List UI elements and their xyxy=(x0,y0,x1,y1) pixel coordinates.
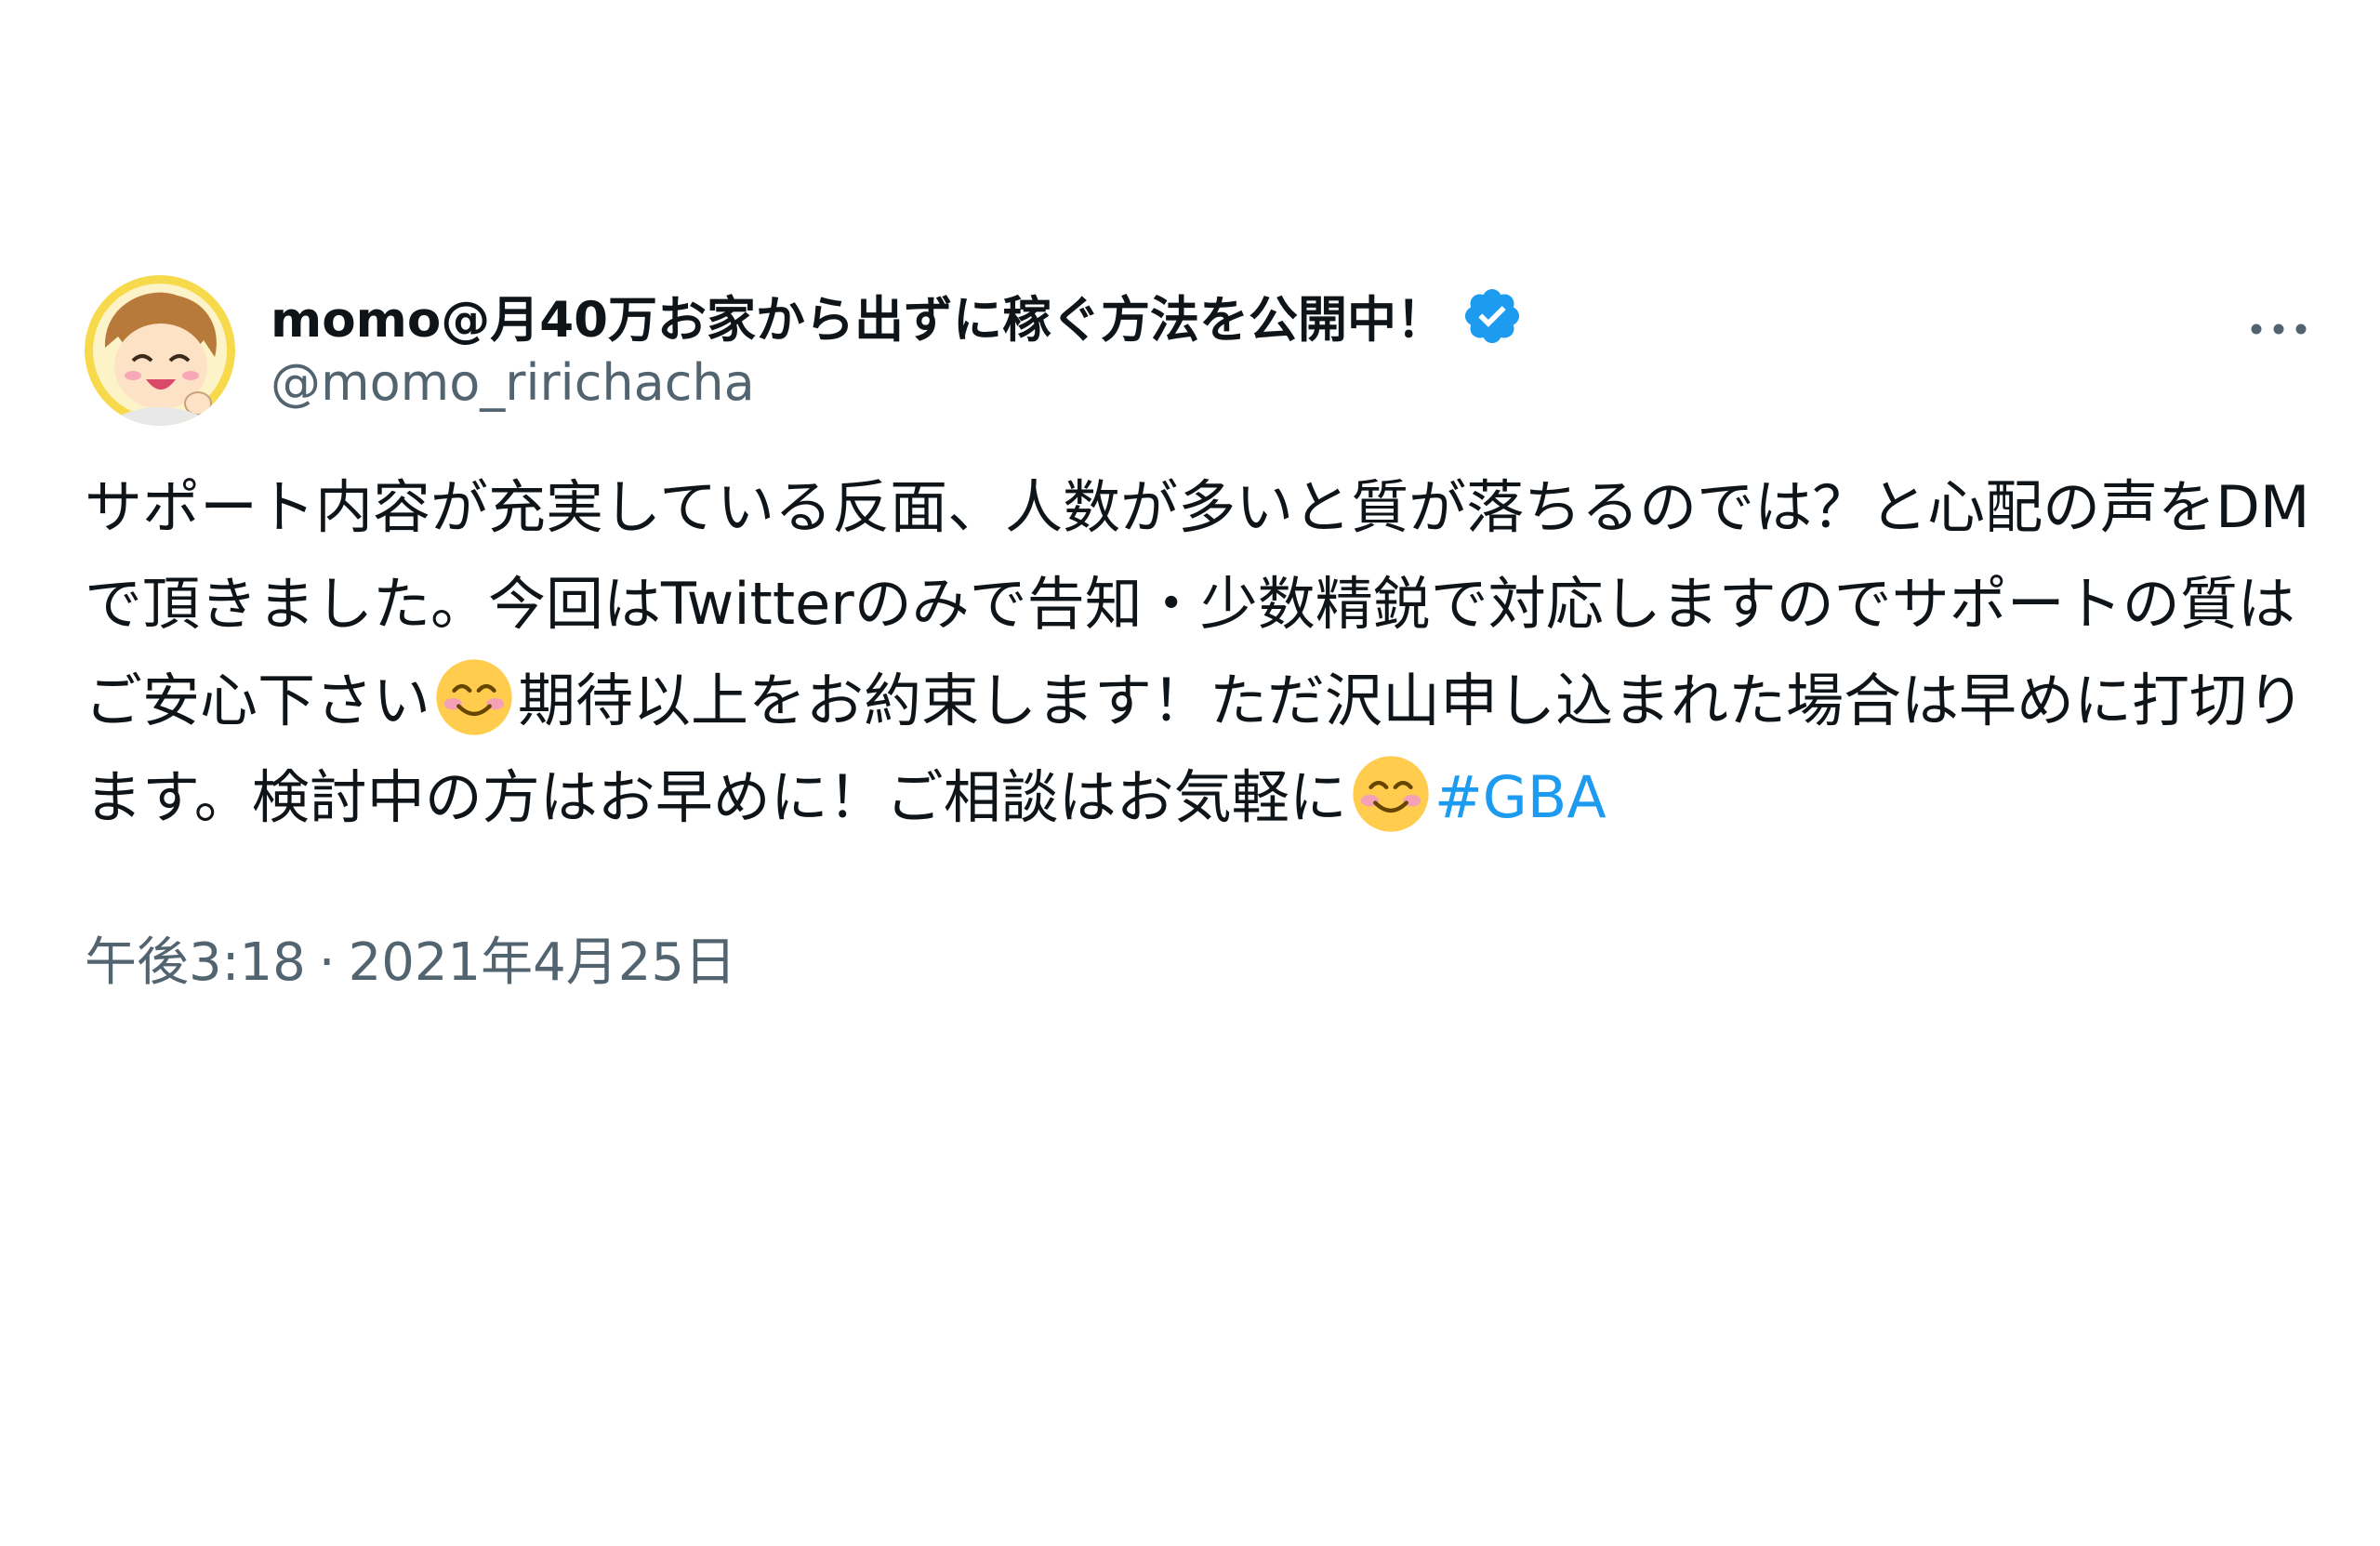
tweet-date: 2021年4月25日 xyxy=(348,932,736,993)
tweet-timestamp[interactable]: 午後3:18 · 2021年4月25日 xyxy=(85,920,2316,996)
more-options-button[interactable] xyxy=(2241,292,2316,366)
tweet-card: momo@月40万お家から出ずに稼ぐ方法を公開中！ @momo_ririchac… xyxy=(85,275,2316,996)
display-name-row: momo@月40万お家から出ずに稼ぐ方法を公開中！ xyxy=(271,279,1524,353)
smiling-face-emoji-icon xyxy=(436,659,512,735)
display-name[interactable]: momo@月40万お家から出ずに稼ぐ方法を公開中！ xyxy=(271,281,1446,351)
tweet-text: サポート内容が充実している反面、人数が多いと質が落ちるのでは？と心配の声をDMで… xyxy=(85,459,2325,846)
author-handle[interactable]: @momo_ririchacha xyxy=(271,353,1524,412)
author-names: momo@月40万お家から出ずに稼ぐ方法を公開中！ @momo_ririchac… xyxy=(271,279,1524,412)
avatar[interactable] xyxy=(85,275,235,426)
hashtag-link[interactable]: #GBA xyxy=(1435,763,1606,831)
smiling-face-emoji-icon xyxy=(1353,756,1429,832)
tweet-header: momo@月40万お家から出ずに稼ぐ方法を公開中！ @momo_ririchac… xyxy=(85,275,2316,433)
more-options-icon xyxy=(2251,324,2307,335)
tweet-time: 午後3:18 xyxy=(85,932,306,993)
verified-badge-icon xyxy=(1464,288,1520,344)
timestamp-separator: · xyxy=(318,932,336,993)
